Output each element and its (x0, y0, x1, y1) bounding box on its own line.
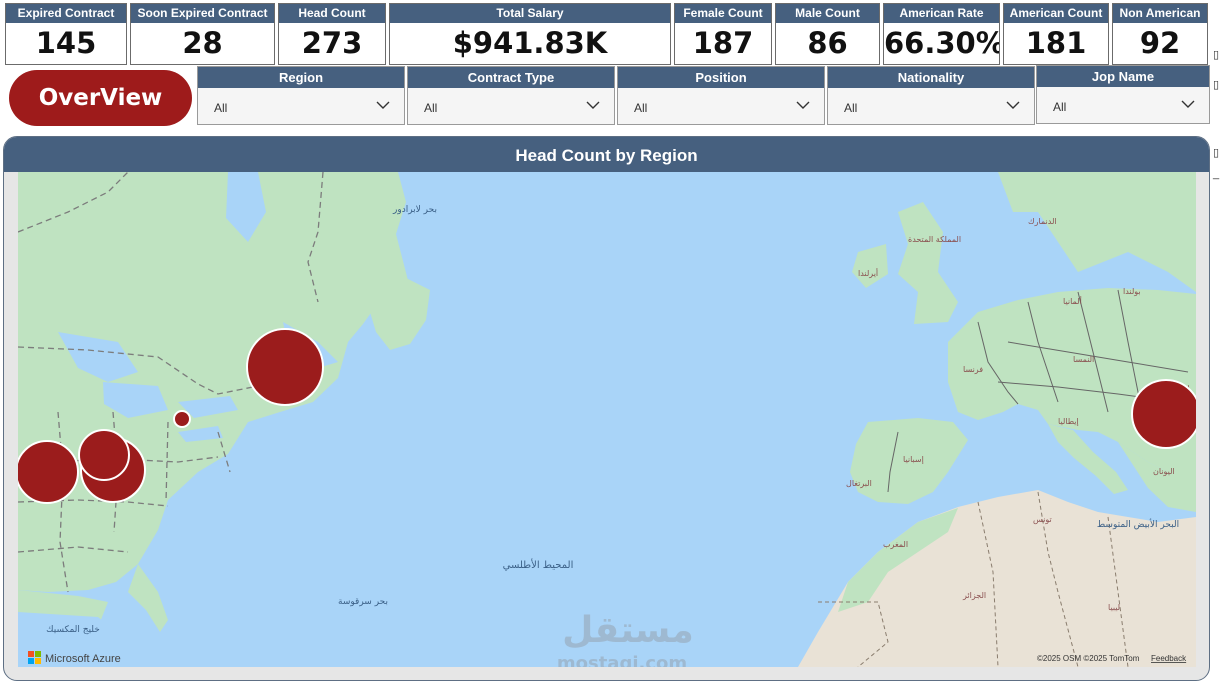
slicer-dropdown[interactable]: All (618, 88, 824, 124)
kpi-value: 28 (182, 26, 223, 60)
slicer-value: All (844, 101, 858, 115)
region-bubble[interactable] (246, 328, 324, 406)
label-spain: إسبانيا (903, 455, 924, 465)
label-libya: ليبيا (1108, 603, 1120, 612)
slicer-label: Contract Type (408, 67, 614, 88)
kpi-label: Soon Expired Contract (131, 4, 274, 23)
kpi-label: Total Salary (390, 4, 670, 23)
label-italy: إيطاليا (1058, 417, 1079, 427)
label-greece: اليونان (1153, 467, 1175, 476)
label-algeria: الجزائر (962, 591, 986, 600)
kpi-value: 273 (301, 26, 363, 60)
map-panel: Head Count by Region المحيط الأطلسي بحر … (3, 136, 1210, 681)
slicer-value: All (634, 101, 648, 115)
slicer-position[interactable]: Position All (617, 66, 825, 125)
kpi-value: 181 (1025, 26, 1087, 60)
kpi-label: Female Count (675, 4, 771, 23)
label-germany: ألمانيا (1063, 296, 1082, 306)
kpi-value: 66.30% (884, 26, 1000, 60)
label-france: فرنسا (963, 365, 983, 374)
slicer-value: All (1053, 100, 1067, 114)
kpi-total-salary: Total Salary $941.83K (389, 3, 671, 65)
kpi-non-american: Non American 92 (1112, 3, 1208, 65)
label-labrador: بحر لابرادور (392, 205, 437, 215)
slicer-dropdown[interactable]: All (198, 88, 404, 124)
map-attribution: ©2025 OSM ©2025 TomTom Feedback (1037, 654, 1187, 663)
slicer-dropdown[interactable]: All (408, 88, 614, 124)
slicer-value: All (424, 101, 438, 115)
label-denmark: الدنمارك (1028, 217, 1057, 226)
kpi-label: American Rate (884, 4, 999, 23)
chevron-down-icon (1006, 101, 1020, 109)
slicer-label: Position (618, 67, 824, 88)
kpi-value: 86 (807, 26, 848, 60)
watermark-en: mostaqi.com (557, 653, 687, 667)
map-svg[interactable]: المحيط الأطلسي بحر سرقوسة بحر لابرادور خ… (18, 172, 1196, 667)
kpi-value: 145 (35, 26, 97, 60)
watermark: مستقل mostaqi.com (557, 610, 694, 667)
label-morocco: المغرب (883, 540, 908, 549)
kpi-female-count: Female Count 187 (674, 3, 772, 65)
label-mediterranean: البحر الأبيض المتوسط (1097, 518, 1179, 530)
label-portugal: البرتغال (846, 479, 872, 488)
edge-fragment: _ (1213, 168, 1220, 180)
map-title: Head Count by Region (4, 137, 1209, 172)
map-canvas[interactable]: المحيط الأطلسي بحر سرقوسة بحر لابرادور خ… (18, 172, 1196, 667)
slicer-jop-name[interactable]: Jop Name All (1036, 65, 1210, 124)
kpi-expired-contract: Expired Contract 145 (5, 3, 127, 65)
edge-fragment: ▯ (1213, 49, 1220, 61)
slicer-label: Nationality (828, 67, 1034, 88)
kpi-male-count: Male Count 86 (775, 3, 880, 65)
edge-fragment: ▯ (1213, 79, 1220, 91)
region-bubble[interactable] (78, 429, 130, 481)
chevron-down-icon (376, 101, 390, 109)
label-sargasso: بحر سرقوسة (338, 597, 388, 607)
chevron-down-icon (1181, 100, 1195, 108)
label-ireland: أيرلندا (858, 268, 878, 278)
label-austria: النمسا (1073, 355, 1094, 364)
feedback-link[interactable]: Feedback (1151, 654, 1187, 663)
kpi-label: Expired Contract (6, 4, 126, 23)
label-poland: بولندا (1123, 287, 1141, 296)
region-bubble[interactable] (18, 440, 79, 504)
label-gulf-mexico: خليج المكسيك (46, 625, 100, 635)
logo-square (28, 658, 34, 664)
label-tunisia: تونس (1033, 515, 1052, 524)
overview-button[interactable]: OverView (9, 70, 192, 126)
logo-square (28, 651, 34, 657)
region-bubble[interactable] (173, 410, 191, 428)
slicer-nationality[interactable]: Nationality All (827, 66, 1035, 125)
chevron-down-icon (796, 101, 810, 109)
kpi-value: $941.83K (452, 26, 608, 60)
label-atlantic: المحيط الأطلسي (503, 558, 574, 571)
slicer-label: Jop Name (1037, 66, 1209, 87)
logo-square (35, 651, 41, 657)
slicer-label: Region (198, 67, 404, 88)
edge-fragment: ▯ (1213, 147, 1220, 159)
kpi-value: 187 (692, 26, 754, 60)
azure-logo-text: Microsoft Azure (45, 653, 121, 665)
kpi-american-count: American Count 181 (1003, 3, 1109, 65)
attribution-text: ©2025 OSM ©2025 TomTom (1037, 654, 1140, 663)
region-bubble[interactable] (1131, 379, 1196, 449)
kpi-head-count: Head Count 273 (278, 3, 386, 65)
label-uk: المملكة المتحدة (908, 235, 961, 244)
slicer-dropdown[interactable]: All (828, 88, 1034, 124)
slicer-contract-type[interactable]: Contract Type All (407, 66, 615, 125)
slicer-dropdown[interactable]: All (1037, 87, 1209, 123)
kpi-american-rate: American Rate 66.30% (883, 3, 1000, 65)
kpi-soon-expired-contract: Soon Expired Contract 28 (130, 3, 275, 65)
kpi-value: 92 (1139, 26, 1181, 60)
slicer-value: All (214, 101, 228, 115)
watermark-ar: مستقل (562, 610, 694, 651)
slicer-region[interactable]: Region All (197, 66, 405, 125)
logo-square (35, 658, 41, 664)
kpi-label: Non American (1113, 4, 1207, 23)
chevron-down-icon (586, 101, 600, 109)
kpi-label: Male Count (776, 4, 879, 23)
kpi-label: Head Count (279, 4, 385, 23)
kpi-label: American Count (1004, 4, 1108, 23)
